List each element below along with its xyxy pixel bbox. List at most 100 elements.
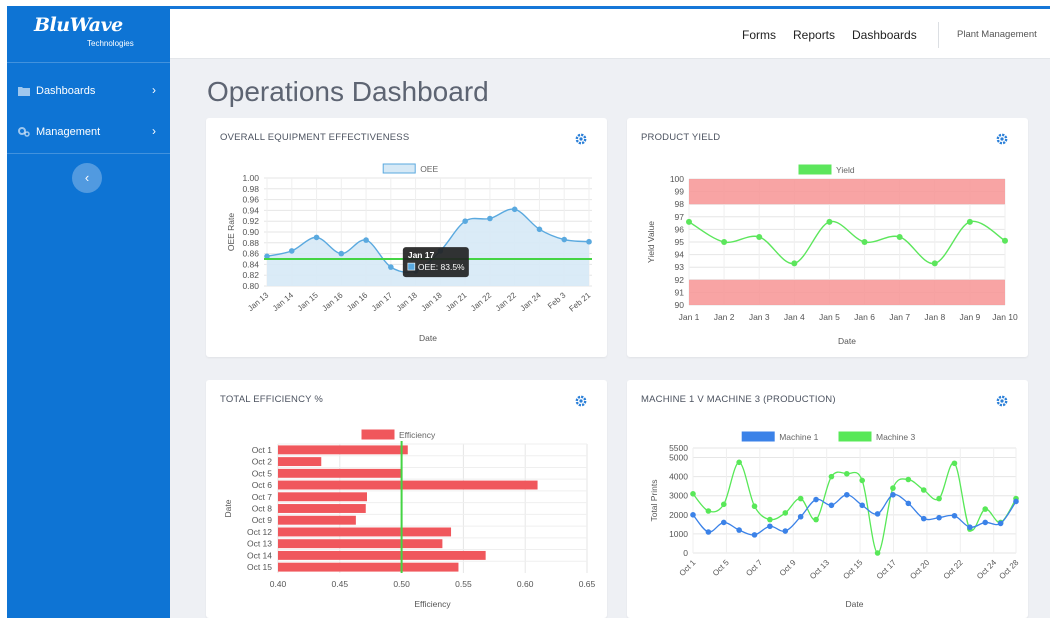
nav-divider [938,22,939,48]
legend-label: Yield [836,165,855,175]
nav-link-dashboards[interactable]: Dashboards [852,28,917,42]
oee-point [363,237,369,243]
machine-point [767,523,773,530]
y-tick-label: 0.98 [242,184,259,194]
y-tick-label: Oct 5 [252,468,273,478]
x-tick-label: Jan 3 [749,312,770,322]
yield-point [756,233,763,240]
y-tick-label: Oct 14 [247,550,272,560]
machine-point [690,512,696,518]
machine-point [797,495,804,502]
x-tick-label: Oct 28 [997,558,1020,581]
efficiency-bar [278,468,402,478]
gears-icon [18,127,30,137]
machine-point [920,515,927,522]
yield-point [896,233,903,240]
x-tick-label: Oct 17 [875,558,898,581]
machine-point [797,513,804,520]
y-tick-label: 1.00 [242,173,259,183]
efficiency-bar [278,457,322,467]
machine-point [890,491,896,498]
y-tick-label: 2000 [669,510,688,520]
efficiency-bar [278,550,486,560]
x-tick-label: Jan 10 [992,312,1018,322]
x-tick-label: Oct 15 [841,558,864,581]
y-tick-label: 92 [675,275,685,285]
x-tick-label: 0.40 [270,579,287,589]
machine-point [905,500,912,507]
sidebar-item-management[interactable]: Management › [7,118,170,146]
card-total-efficiency: TOTAL EFFICIENCY % Efficiency 0.40 0.45 0.5… [206,380,607,618]
machine-point [951,512,958,519]
y-tick-label: 0.94 [242,205,259,215]
machine-point [890,485,896,491]
tooltip-swatch [407,262,416,271]
sidebar-item-label: Dashboards [36,85,96,97]
efficiency-bar [278,504,366,513]
machine-point [859,502,865,509]
yield-point [686,218,692,225]
machine-point [751,503,758,510]
oee-point [388,264,394,270]
machine-point [844,491,850,498]
nav-link-reports[interactable]: Reports [793,28,835,42]
y-tick-label: 95 [675,237,685,247]
x-tick-label: Jan 17 [370,290,395,313]
top-navbar: Forms Reports Dashboards Plant Managemen… [170,9,1050,59]
legend-label: Efficiency [399,430,436,440]
nav-link-forms[interactable]: Forms [742,28,776,42]
efficiency-bar [278,562,459,572]
limit-band [689,179,1005,205]
machine-point [967,524,973,531]
x-tick-label: Jan 16 [345,290,370,313]
oee-point [462,218,468,224]
x-tick-label: Jan 5 [819,312,840,322]
tooltip-label: OEE: 83.5% [418,262,465,272]
machine-point [705,529,712,535]
machine-point [813,496,819,503]
machine-point [982,506,989,512]
x-tick-label: Jan 4 [784,312,805,322]
x-tick-label: Oct 20 [908,558,931,581]
machine-point [813,516,819,523]
yield-point [1002,237,1008,244]
oee-point [586,238,592,245]
x-tick-label: Jan 1 [679,312,700,322]
x-tick-label: Jan 8 [924,312,945,322]
efficiency-bar [278,492,367,502]
machine-point [720,519,727,526]
x-tick-label: 0.60 [517,579,534,589]
machine-point [720,501,727,508]
sidebar-divider [7,153,170,154]
y-tick-label: 100 [670,174,684,184]
yield-point [721,239,728,245]
y-tick-label: 91 [675,287,685,297]
y-tick-label: 0.88 [242,238,259,248]
x-tick-label: Oct 5 [711,558,731,578]
y-tick-label: 0.84 [242,259,259,269]
y-tick-label: 0.96 [242,195,259,205]
sidebar-item-dashboards[interactable]: Dashboards › [7,77,170,105]
y-tick-label: 1000 [669,529,688,539]
brand-tagline: Technologies [87,39,134,48]
y-tick-label: 0.90 [242,227,259,237]
y-tick-label: 0.86 [242,249,259,259]
x-tick-label: Jan 16 [320,290,345,313]
x-axis-label: Date [838,336,856,346]
machine-point [705,508,712,514]
machine-line [692,461,1017,554]
y-tick-label: 90 [675,300,685,310]
machine-point [874,550,881,556]
y-tick-label: 3000 [669,491,688,501]
x-tick-label: 0.55 [455,579,472,589]
y-axis-label: Total Prints [649,479,659,521]
efficiency-bar [278,515,356,525]
nav-link-plant-management[interactable]: Plant Management [957,29,1037,40]
y-tick-label: 94 [675,250,685,260]
x-tick-label: Oct 9 [778,558,798,578]
efficiency-bar [278,480,538,490]
legend-swatch [798,164,832,175]
y-tick-label: Oct 12 [247,527,272,537]
sidebar-collapse-button[interactable]: ‹ [72,163,102,193]
y-axis-label: Yield Value [646,221,656,263]
